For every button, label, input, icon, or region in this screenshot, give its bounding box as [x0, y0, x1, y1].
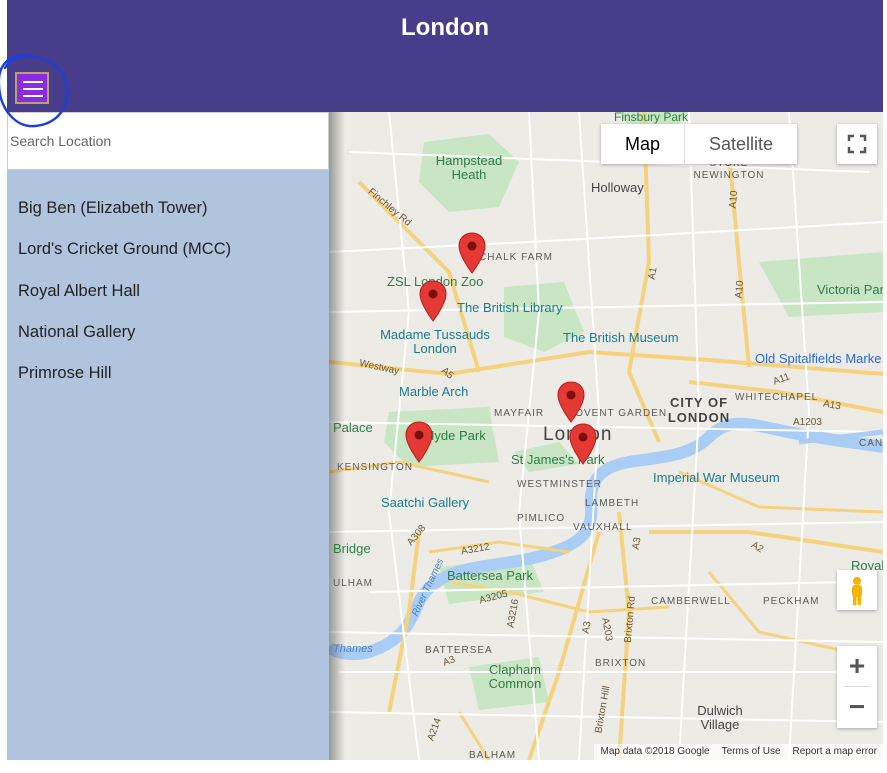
menu-icon-line — [23, 88, 43, 90]
location-item[interactable]: Royal Albert Hall — [18, 281, 231, 322]
map-label: LAMBETH — [585, 498, 640, 509]
map-label: A3 — [630, 536, 644, 551]
search-location-input[interactable] — [7, 112, 329, 170]
map-label: Hyde Park — [425, 428, 486, 443]
map-label: BATTERSEA — [425, 645, 493, 656]
fullscreen-icon — [847, 134, 867, 154]
map-label: Saatchi Gallery — [381, 495, 470, 510]
map-type-control: Map Satellite — [601, 124, 798, 164]
location-item[interactable]: Big Ben (Elizabeth Tower) — [18, 198, 231, 239]
map-label: Battersea Park — [447, 568, 533, 583]
map-label: Hampstead Heath — [435, 153, 503, 182]
street-view-pegman-button[interactable] — [837, 570, 877, 610]
app-header: London — [7, 0, 883, 112]
map-label: WESTMINSTER — [517, 479, 602, 490]
map-label: A10 — [727, 190, 741, 209]
map-footer: Map data ©2018 Google Terms of Use Repor… — [594, 744, 883, 760]
menu-icon-line — [23, 81, 43, 83]
zoom-in-button[interactable]: + — [837, 646, 877, 686]
location-item[interactable]: Lord's Cricket Ground (MCC) — [18, 239, 231, 280]
map-label: Old Spitalfields Marke — [755, 351, 882, 366]
menu-icon-line — [23, 95, 43, 97]
map-label: CITY OF LONDON — [667, 395, 731, 425]
fullscreen-button[interactable] — [837, 124, 877, 164]
zoom-out-button[interactable]: − — [837, 687, 877, 727]
map-label: CAMBERWELL — [651, 596, 731, 607]
terms-link[interactable]: Terms of Use — [722, 744, 781, 760]
location-marker[interactable] — [569, 423, 597, 465]
page-title: London — [401, 14, 489, 41]
map-label: A3 — [580, 620, 594, 635]
map-attribution: Map data ©2018 Google — [600, 746, 710, 757]
report-error-link[interactable]: Report a map error — [793, 744, 877, 760]
map-label: Holloway — [591, 180, 644, 195]
sidebar: Big Ben (Elizabeth Tower) Lord's Cricket… — [7, 112, 329, 760]
map-label: The British Library — [457, 300, 563, 315]
map-label: ULHAM — [333, 578, 374, 589]
map-label: The British Museum — [563, 330, 679, 345]
map-label: A10 — [733, 280, 747, 299]
map-label: Madame Tussauds London — [380, 327, 490, 356]
location-marker[interactable] — [458, 232, 486, 274]
map-label: A1 — [646, 266, 660, 281]
app-root: London Big Ben (Elizabeth Tower) Lord's … — [7, 0, 883, 760]
map-label: CHALK FARM — [479, 252, 553, 263]
map-type-map-button[interactable]: Map — [601, 124, 684, 164]
location-list: Big Ben (Elizabeth Tower) Lord's Cricket… — [18, 198, 231, 404]
map-label: Finsbury Park — [614, 112, 689, 124]
map-label: MAYFAIR — [494, 408, 545, 419]
zoom-control: + − — [837, 646, 877, 728]
map-label: VAUXHALL — [573, 522, 633, 533]
map-label: Dulwich Village — [697, 703, 743, 732]
map-label: Palace — [333, 420, 373, 435]
map-canvas[interactable]: Finsbury Park Hampstead Heath Holloway S… — [329, 112, 883, 760]
location-item[interactable]: Primrose Hill — [18, 363, 231, 404]
pegman-icon — [852, 577, 862, 605]
map-label: Marble Arch — [399, 384, 469, 399]
map-label: PIMLICO — [517, 513, 566, 524]
map-label: Victoria Par — [817, 282, 883, 297]
map-label: BALHAM — [469, 750, 517, 760]
map-label: Bridge — [333, 541, 371, 556]
map-label: Imperial War Museum — [653, 470, 780, 485]
location-item[interactable]: National Gallery — [18, 322, 231, 363]
location-marker[interactable] — [419, 280, 447, 322]
map-label: KENSINGTON — [337, 462, 413, 473]
map-label: BRIXTON — [595, 658, 647, 669]
map-label: A1203 — [793, 417, 822, 428]
map-label: CANA — [859, 438, 883, 449]
location-marker[interactable] — [405, 421, 433, 463]
sidebar-shadow — [329, 112, 345, 760]
map-label: Clapham Common — [488, 662, 542, 691]
map-label: Thames — [333, 643, 373, 655]
map-label: WHITECHAPEL — [735, 392, 819, 403]
map-label: PECKHAM — [763, 596, 820, 607]
map-type-satellite-button[interactable]: Satellite — [684, 124, 797, 164]
location-marker[interactable] — [557, 381, 585, 423]
hamburger-menu-button[interactable] — [15, 72, 49, 104]
